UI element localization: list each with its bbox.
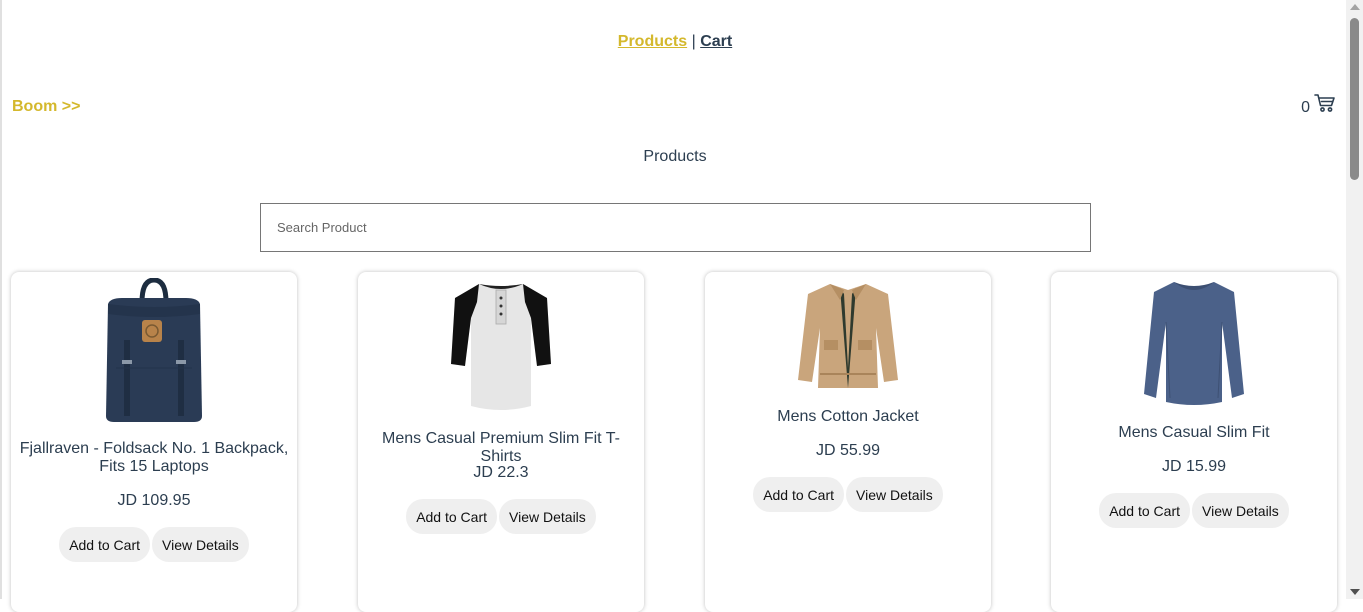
scroll-up-arrow-icon[interactable] <box>1350 4 1360 10</box>
product-image-longsleeve <box>1051 278 1337 410</box>
product-actions: Add to Cart View Details <box>358 499 644 534</box>
product-actions: Add to Cart View Details <box>1051 493 1337 528</box>
product-card: Mens Casual Slim Fit JD 15.99 Add to Car… <box>1051 272 1337 612</box>
product-card: Mens Casual Premium Slim Fit T-Shirts JD… <box>358 272 644 612</box>
page: Products | Cart Boom >> 0 Products Searc… <box>0 0 1348 612</box>
product-actions: Add to Cart View Details <box>705 477 991 512</box>
product-price: JD 109.95 <box>117 492 191 509</box>
product-image-tshirt <box>358 278 644 414</box>
brand-link[interactable]: Boom >> <box>12 98 80 116</box>
product-price: JD 15.99 <box>1161 458 1227 475</box>
product-image-backpack <box>11 278 297 424</box>
add-to-cart-button[interactable]: Add to Cart <box>59 527 151 562</box>
section-title: Products <box>643 148 707 165</box>
product-card: Mens Cotton Jacket JD 55.99 Add to Cart … <box>705 272 991 612</box>
nav-separator: | <box>691 33 696 50</box>
scroll-down-arrow-icon[interactable] <box>1350 589 1360 595</box>
product-name: Fjallraven - Foldsack No. 1 Backpack, Fi… <box>19 440 289 475</box>
search-input[interactable] <box>260 203 1091 252</box>
product-name: Mens Casual Slim Fit <box>1118 424 1270 441</box>
cart-count: 0 <box>1301 99 1310 116</box>
view-details-button[interactable]: View Details <box>152 527 249 562</box>
add-to-cart-button[interactable]: Add to Cart <box>753 477 845 512</box>
nav-products-link[interactable]: Products <box>618 33 687 50</box>
view-details-button[interactable]: View Details <box>1192 493 1289 528</box>
product-card: Fjallraven - Foldsack No. 1 Backpack, Fi… <box>11 272 297 612</box>
cart-icon <box>1314 93 1336 118</box>
add-to-cart-button[interactable]: Add to Cart <box>406 499 498 534</box>
view-details-button[interactable]: View Details <box>499 499 596 534</box>
product-price: JD 22.3 <box>473 464 529 481</box>
product-price: JD 55.99 <box>815 442 881 459</box>
view-details-button[interactable]: View Details <box>846 477 943 512</box>
product-name: Mens Casual Premium Slim Fit T-Shirts <box>382 430 620 465</box>
cart-widget[interactable]: 0 <box>1301 93 1336 118</box>
top-nav: Products | Cart <box>2 33 1348 51</box>
scroll-thumb[interactable] <box>1350 18 1359 180</box>
vertical-scrollbar[interactable] <box>1346 0 1363 599</box>
product-actions: Add to Cart View Details <box>11 527 297 562</box>
product-image-jacket <box>705 278 991 392</box>
nav-cart-link[interactable]: Cart <box>700 33 732 50</box>
product-name: Mens Cotton Jacket <box>777 408 919 425</box>
add-to-cart-button[interactable]: Add to Cart <box>1099 493 1191 528</box>
